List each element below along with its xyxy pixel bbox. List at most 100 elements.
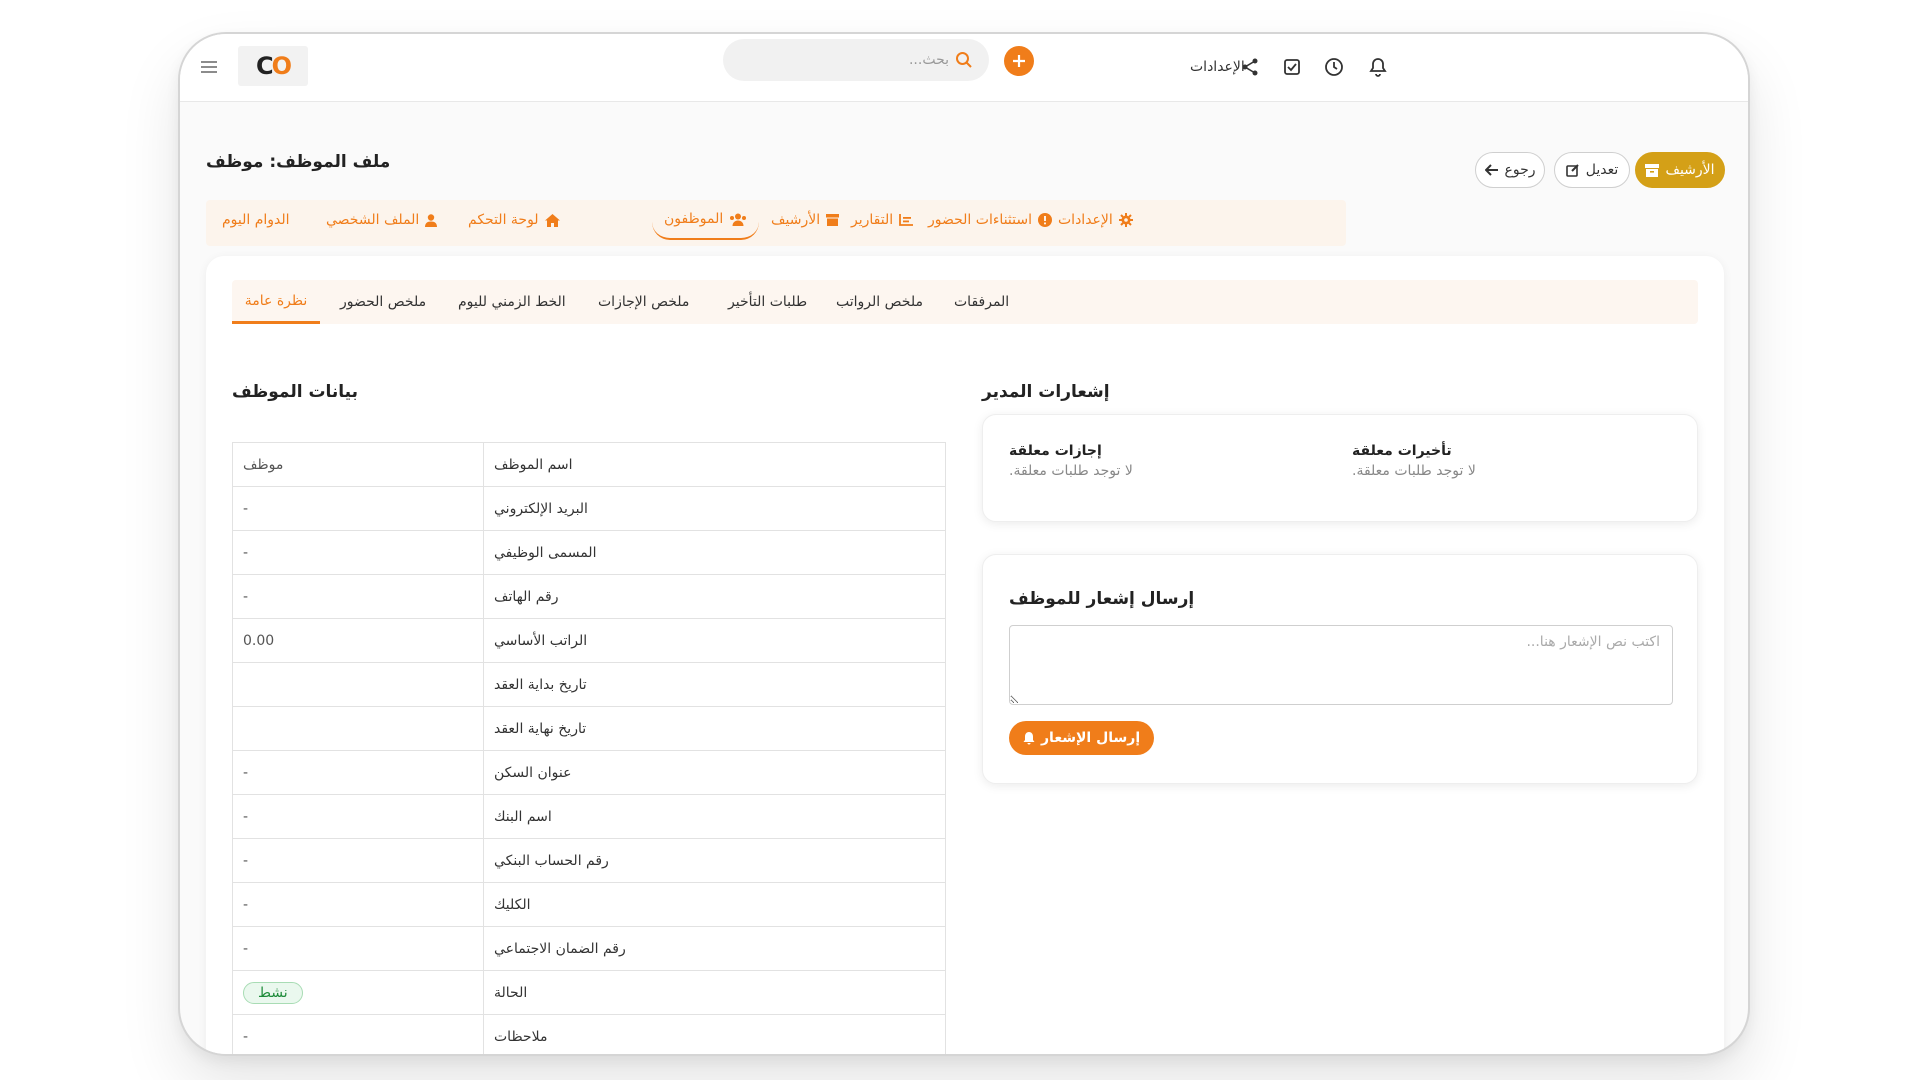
pending-delays: تأخيرات معلقة لا توجد طلبات معلقة.: [1352, 443, 1476, 479]
edit-button-label: تعديل: [1585, 162, 1619, 178]
send-notification-button[interactable]: إرسال الإشعار: [1009, 721, 1155, 755]
tab-delay-requests[interactable]: طلبات التأخير: [728, 280, 807, 324]
row-label: تاريخ بداية العقد: [483, 662, 946, 707]
archive-button-label: الأرشيف: [1665, 162, 1715, 178]
nav-item-today-shift[interactable]: الدوام اليوم: [222, 200, 290, 240]
status-badge: نشط: [243, 981, 303, 1004]
row-value: -: [232, 750, 484, 795]
pending-leaves-text: لا توجد طلبات معلقة.: [1009, 463, 1133, 479]
search-icon[interactable]: [955, 51, 973, 69]
table-row: - عنوان السكن: [232, 750, 946, 795]
manager-notifications-title: إشعارات المدير: [982, 382, 1110, 402]
home-icon: [544, 213, 560, 227]
row-value: 0.00: [232, 618, 484, 663]
send-notification-title: إرسال إشعار للموظف: [1009, 589, 1195, 609]
tab-day-timeline[interactable]: الخط الزمني لليوم: [458, 280, 566, 324]
user-icon: [425, 213, 438, 227]
bell-icon[interactable]: [1365, 54, 1391, 80]
share-icon[interactable]: [1237, 54, 1263, 80]
bell-icon: [1023, 731, 1035, 744]
row-value: -: [232, 530, 484, 575]
pending-requests-panel: إجازات معلقة لا توجد طلبات معلقة. تأخيرا…: [982, 414, 1698, 522]
archive-button[interactable]: الأرشيف: [1635, 152, 1725, 188]
row-label: رقم الهاتف: [483, 574, 946, 619]
pending-leaves: إجازات معلقة لا توجد طلبات معلقة.: [1009, 443, 1133, 479]
row-label: اسم البنك: [483, 794, 946, 839]
nav-item-settings[interactable]: الإعدادات: [1058, 200, 1133, 240]
tab-attendance-summary[interactable]: ملخص الحضور: [340, 280, 426, 324]
nav-label: الدوام اليوم: [222, 212, 290, 228]
employee-data-title: بيانات الموظف: [232, 382, 358, 402]
nav-item-archive[interactable]: الأرشيف: [771, 200, 840, 240]
table-row: - الكليك: [232, 882, 946, 927]
row-value: -: [232, 838, 484, 883]
search-box[interactable]: [723, 39, 989, 81]
row-value: -: [232, 1014, 484, 1054]
arrow-left-icon: [1484, 164, 1498, 176]
nav-item-profile[interactable]: الملف الشخصي: [326, 200, 438, 240]
row-label: الحالة: [483, 970, 946, 1015]
row-label: الكليك: [483, 882, 946, 927]
table-row: 0.00 الراتب الأساسي: [232, 618, 946, 663]
row-value: [232, 706, 484, 751]
row-label: المسمى الوظيفي: [483, 530, 946, 575]
table-row: - البريد الإلكتروني: [232, 486, 946, 531]
nav-item-reports[interactable]: التقارير: [851, 200, 914, 240]
row-label: عنوان السكن: [483, 750, 946, 795]
nav-label: الموظفون: [664, 211, 724, 227]
nav-item-attendance-exceptions[interactable]: استثناءات الحضور: [928, 200, 1052, 240]
row-value: [232, 662, 484, 707]
top-bar: CO الإعدادات: [180, 34, 1748, 102]
chart-icon: [899, 214, 914, 226]
row-value: -: [232, 882, 484, 927]
table-row: موظف اسم الموظف: [232, 442, 946, 487]
add-button[interactable]: [1004, 46, 1034, 76]
table-row: نشط الحالة: [232, 970, 946, 1015]
app-window: CO الإعدادات ملف الموظف: موظف رجوع: [178, 32, 1750, 1056]
table-row: - ملاحظات: [232, 1014, 946, 1054]
tab-overview[interactable]: نظرة عامة: [232, 280, 320, 324]
nav-label: الملف الشخصي: [326, 212, 420, 228]
row-label: رقم الضمان الاجتماعي: [483, 926, 946, 971]
nav-label: الأرشيف: [771, 212, 821, 228]
nav-label: استثناءات الحضور: [928, 212, 1032, 228]
notification-text-input[interactable]: [1009, 625, 1673, 705]
archive-icon: [826, 214, 840, 226]
page-title: ملف الموظف: موظف: [206, 152, 391, 172]
menu-icon[interactable]: [198, 56, 220, 78]
row-value: -: [232, 926, 484, 971]
back-button-label: رجوع: [1504, 162, 1536, 178]
sub-tabs: المرفقات ملخص الرواتب طلبات التأخير ملخص…: [232, 280, 1698, 324]
pending-delays-title: تأخيرات معلقة: [1352, 443, 1452, 459]
plus-icon: [1013, 55, 1025, 67]
row-label: الراتب الأساسي: [483, 618, 946, 663]
nav-item-dashboard[interactable]: لوحة التحكم: [468, 200, 560, 240]
checkbox-icon[interactable]: [1279, 54, 1305, 80]
send-notification-panel: إرسال إشعار للموظف إرسال الإشعار: [982, 554, 1698, 784]
tab-attachments[interactable]: المرفقات: [954, 280, 1009, 324]
table-row: تاريخ نهاية العقد: [232, 706, 946, 751]
tab-leave-summary[interactable]: ملخص الإجازات: [598, 280, 689, 324]
table-row: - المسمى الوظيفي: [232, 530, 946, 575]
nav-item-employees[interactable]: الموظفون: [652, 200, 760, 240]
row-label: تاريخ نهاية العقد: [483, 706, 946, 751]
tab-salary-summary[interactable]: ملخص الرواتب: [836, 280, 923, 324]
table-row: - رقم الضمان الاجتماعي: [232, 926, 946, 971]
edit-button[interactable]: تعديل: [1554, 152, 1630, 188]
main-nav: الإعدادات استثناءات الحضور التقارير الأر…: [206, 200, 1346, 246]
row-label: ملاحظات: [483, 1014, 946, 1054]
pending-delays-text: لا توجد طلبات معلقة.: [1352, 463, 1476, 479]
row-value: -: [232, 794, 484, 839]
clock-icon[interactable]: [1321, 54, 1347, 80]
search-input[interactable]: [759, 52, 949, 68]
logo[interactable]: CO: [238, 46, 308, 86]
row-value: موظف: [232, 442, 484, 487]
pending-leaves-title: إجازات معلقة: [1009, 443, 1102, 459]
table-row: - اسم البنك: [232, 794, 946, 839]
archive-icon: [1645, 163, 1660, 177]
back-button[interactable]: رجوع: [1475, 152, 1545, 188]
content-card: المرفقات ملخص الرواتب طلبات التأخير ملخص…: [206, 256, 1724, 1054]
row-label: البريد الإلكتروني: [483, 486, 946, 531]
edit-icon: [1565, 164, 1579, 177]
row-value: نشط: [232, 970, 484, 1015]
